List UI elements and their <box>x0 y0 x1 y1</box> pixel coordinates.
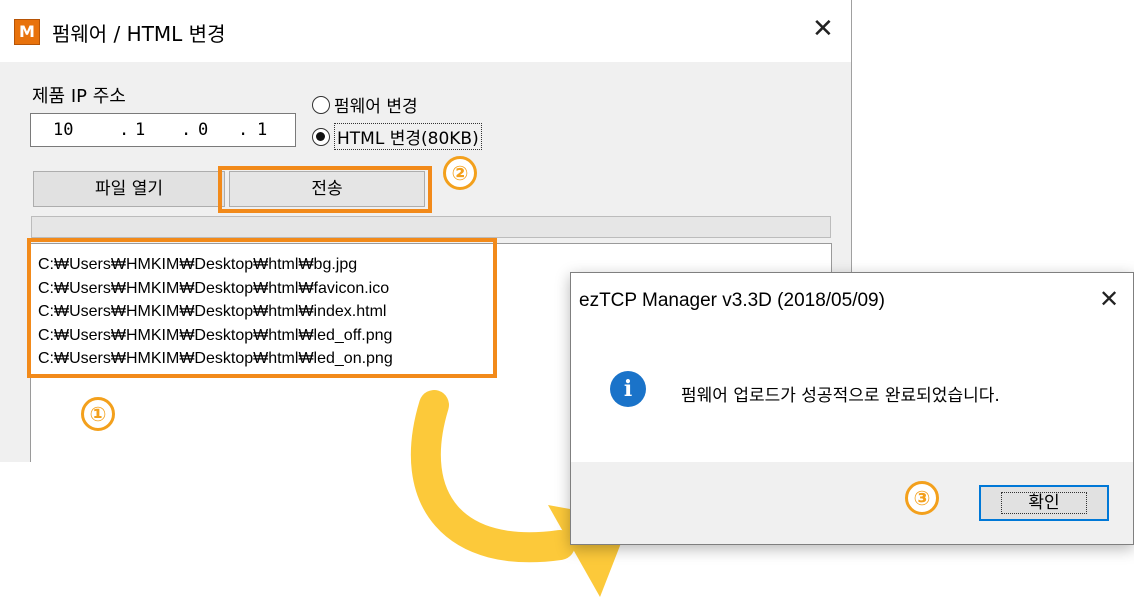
radio-html-change[interactable]: HTML 변경(80KB) <box>312 123 482 150</box>
radio-firmware-label: 펌웨어 변경 <box>334 97 418 117</box>
ok-button-label: 확인 <box>1001 492 1087 514</box>
radio-unchecked-icon <box>312 95 330 114</box>
progress-bar <box>31 216 831 238</box>
ip-octet-2[interactable]: 1 <box>135 114 145 146</box>
ip-dot: . <box>119 120 130 140</box>
success-dialog: ezTCP Manager v3.3D (2018/05/09) ✕ i 펌웨어… <box>570 272 1134 545</box>
ip-address-label: 제품 IP 주소 <box>32 86 126 107</box>
file-list-highlight-box <box>27 238 497 378</box>
step-3-marker: ③ <box>905 481 939 515</box>
open-file-button[interactable]: 파일 열기 <box>33 171 225 207</box>
close-icon[interactable]: ✕ <box>812 14 834 44</box>
radio-html-label: HTML 변경(80KB) <box>334 123 482 150</box>
window-title: 펌웨어 / HTML 변경 <box>52 22 226 46</box>
info-icon: i <box>610 371 646 407</box>
dialog-title: ezTCP Manager v3.3D (2018/05/09) <box>579 290 885 311</box>
close-icon[interactable]: ✕ <box>1099 285 1119 313</box>
step-2-marker: ② <box>443 156 477 190</box>
send-highlight-box <box>218 166 432 213</box>
ip-octet-3[interactable]: 0 <box>198 114 208 146</box>
ip-octet-4[interactable]: 1 <box>257 114 267 146</box>
ip-dot: . <box>238 120 249 140</box>
radio-firmware-change[interactable]: 펌웨어 변경 <box>312 92 418 117</box>
title-bar: M 펌웨어 / HTML 변경 ✕ <box>0 0 851 62</box>
app-logo-icon: M <box>14 19 40 45</box>
dialog-message: 펌웨어 업로드가 성공적으로 완료되었습니다. <box>681 386 1000 406</box>
radio-checked-icon <box>312 127 330 146</box>
ip-dot: . <box>181 120 192 140</box>
ip-address-input[interactable]: 10 . 1 . 0 . 1 <box>30 113 296 147</box>
step-1-marker: ① <box>81 397 115 431</box>
ip-octet-1[interactable]: 10 <box>53 114 73 146</box>
ok-button[interactable]: 확인 <box>979 485 1109 521</box>
